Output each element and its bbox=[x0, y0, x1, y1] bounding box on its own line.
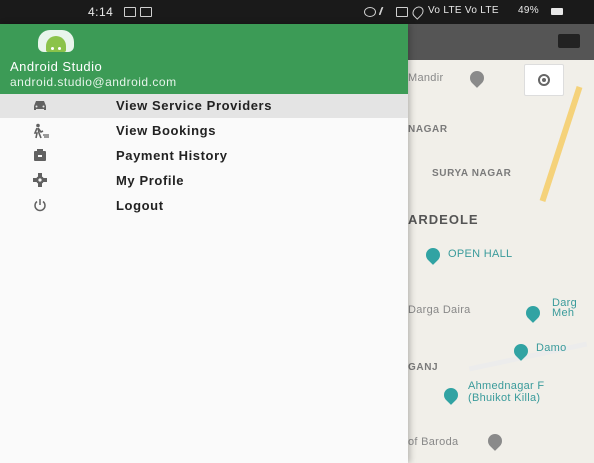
menu-item-my-profile[interactable]: My Profile bbox=[0, 169, 408, 193]
toolbar-action-icon[interactable] bbox=[558, 34, 580, 48]
map-label-ardeole: ARDEOLE bbox=[408, 212, 479, 227]
menu-item-label: Logout bbox=[116, 198, 164, 213]
android-eye bbox=[58, 47, 61, 50]
network-indicator: Vo LTE Vo LTE bbox=[428, 5, 499, 16]
menu-item-view-service-providers[interactable]: View Service Providers bbox=[0, 94, 408, 118]
map-label-surya-nagar: SURYA NAGAR bbox=[432, 168, 512, 179]
map-label-darga-daira: Darga Daira bbox=[408, 304, 471, 316]
map-label-darga-mehr: Darg Meh bbox=[552, 297, 578, 319]
android-icon bbox=[46, 36, 66, 52]
place-pin-icon[interactable] bbox=[523, 303, 543, 323]
location-icon bbox=[410, 4, 426, 20]
menu-item-label: Payment History bbox=[116, 148, 228, 163]
menu-item-view-bookings[interactable]: View Bookings bbox=[0, 119, 408, 143]
menu-item-label: My Profile bbox=[116, 173, 185, 188]
drawer-header: Android Studio android.studio@android.co… bbox=[0, 24, 408, 94]
app-toolbar bbox=[408, 24, 594, 60]
person-walking-icon bbox=[32, 123, 49, 139]
menu-item-payment-history[interactable]: Payment History bbox=[0, 144, 408, 168]
place-pin-icon[interactable] bbox=[423, 245, 443, 265]
phone-screen: 4:14 Vo LTE Vo LTE 49% Mandir NAGAR SURY… bbox=[0, 0, 594, 463]
place-pin-icon[interactable] bbox=[441, 385, 461, 405]
gear-icon bbox=[32, 173, 48, 189]
menu-item-label: View Bookings bbox=[116, 123, 217, 138]
navigation-drawer: Android Studio android.studio@android.co… bbox=[0, 24, 408, 463]
map-label-damo: Damo bbox=[536, 342, 567, 354]
battery-icon bbox=[551, 8, 563, 15]
status-time: 4:14 bbox=[88, 5, 114, 19]
map-road bbox=[468, 341, 588, 372]
power-icon bbox=[32, 198, 48, 214]
map-label-bank-of-baroda: of Baroda bbox=[408, 436, 459, 448]
map-label-open-hall: OPEN HALL bbox=[448, 248, 513, 260]
status-bar: 4:14 Vo LTE Vo LTE 49% bbox=[0, 0, 594, 24]
wallet-icon bbox=[32, 148, 48, 164]
map-label-ganj: GANJ bbox=[408, 362, 439, 373]
message-notification-icon bbox=[140, 7, 152, 17]
battery-percent: 49% bbox=[518, 5, 539, 16]
avatar bbox=[38, 30, 74, 52]
lock-icon bbox=[396, 7, 408, 17]
map-label-bhuikot-killa: (Bhuikot Killa) bbox=[468, 392, 541, 404]
my-location-button[interactable] bbox=[524, 64, 564, 96]
alarm-icon bbox=[364, 7, 376, 17]
map-view[interactable]: Mandir NAGAR SURYA NAGAR ARDEOLE OPEN HA… bbox=[408, 24, 594, 463]
map-road bbox=[539, 86, 583, 202]
menu-item-logout[interactable]: Logout bbox=[0, 194, 408, 218]
menu-item-label: View Service Providers bbox=[116, 98, 273, 113]
map-label-ahmednagar-fort: Ahmednagar F bbox=[468, 380, 545, 392]
map-label-mandir: Mandir bbox=[408, 72, 444, 84]
android-eye bbox=[51, 47, 54, 50]
map-label-nagar: NAGAR bbox=[408, 124, 448, 135]
place-pin-icon[interactable] bbox=[485, 431, 505, 451]
image-notification-icon bbox=[124, 7, 136, 17]
user-name: Android Studio bbox=[10, 59, 103, 74]
user-email: android.studio@android.com bbox=[10, 75, 177, 89]
place-pin-icon[interactable] bbox=[467, 68, 487, 88]
car-icon bbox=[32, 98, 48, 114]
mute-icon bbox=[378, 7, 394, 15]
crosshair-icon bbox=[538, 74, 550, 86]
